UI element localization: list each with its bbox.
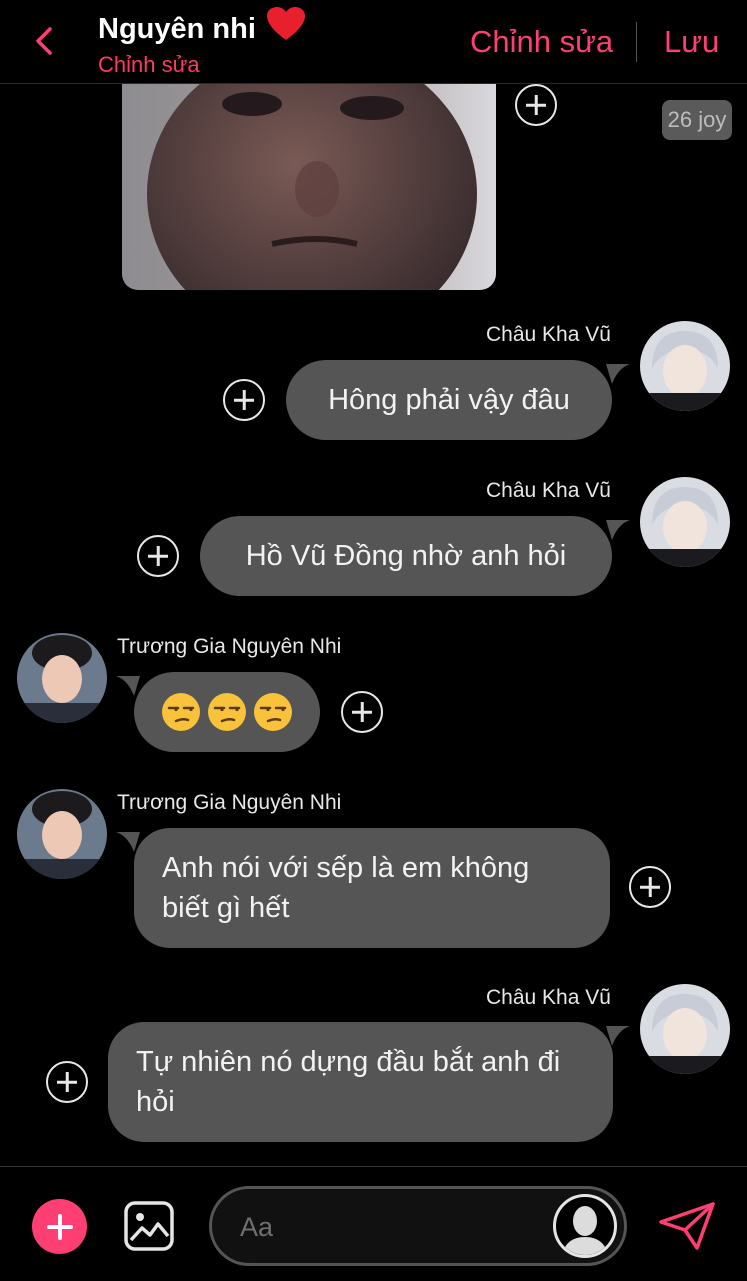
- message-bubble[interactable]: Hồ Vũ Đồng nhờ anh hỏi: [200, 516, 612, 596]
- react-button[interactable]: [629, 866, 671, 908]
- avatar[interactable]: [17, 633, 107, 723]
- react-button[interactable]: [515, 84, 557, 126]
- bubble-tail: [606, 364, 630, 384]
- unamused-face-emoji: [162, 693, 200, 731]
- message-input[interactable]: [240, 1207, 540, 1247]
- message-input-wrap: [209, 1186, 627, 1266]
- sender-name: Châu Kha Vũ: [486, 323, 611, 346]
- avatar[interactable]: [17, 789, 107, 879]
- avatar[interactable]: [640, 984, 730, 1074]
- add-icon[interactable]: [32, 1199, 87, 1254]
- message-bubble[interactable]: Tự nhiên nó dựng đầu bắt anh đi hỏi: [108, 1022, 613, 1142]
- send-icon[interactable]: [657, 1200, 717, 1252]
- chat-title[interactable]: Nguyên nhi: [98, 6, 306, 46]
- sender-name: Trương Gia Nguyên Nhi: [117, 635, 342, 658]
- avatar[interactable]: [553, 1194, 617, 1258]
- header-divider: [636, 22, 637, 62]
- message-text: Anh nói với sếp là em không biết gì hết: [162, 852, 530, 924]
- message-bubble[interactable]: [134, 672, 320, 752]
- chat-title-text: Nguyên nhi: [98, 13, 256, 45]
- bubble-tail: [606, 1026, 630, 1046]
- sender-name: Châu Kha Vũ: [486, 986, 611, 1009]
- message-text: Tự nhiên nó dựng đầu bắt anh đi hỏi: [136, 1046, 561, 1118]
- back-chevron-icon[interactable]: [28, 24, 62, 58]
- unamused-face-emoji: [254, 693, 292, 731]
- unamused-face-emoji: [208, 693, 246, 731]
- message-bubble[interactable]: Anh nói với sếp là em không biết gì hết: [134, 828, 610, 948]
- message-text: Hông phải vậy đâu: [328, 384, 570, 416]
- message-text: Hồ Vũ Đồng nhờ anh hỏi: [245, 540, 567, 572]
- chat-header: Nguyên nhi Chỉnh sửa Chỉnh sửa Lưu: [0, 0, 747, 84]
- sender-name: Trương Gia Nguyên Nhi: [117, 791, 342, 814]
- sender-name: Châu Kha Vũ: [486, 479, 611, 502]
- react-button[interactable]: [46, 1061, 88, 1103]
- image-icon[interactable]: [123, 1200, 175, 1252]
- photo-tag: 26 joy: [662, 100, 732, 140]
- bubble-tail: [116, 676, 140, 696]
- photo-image: [122, 84, 496, 290]
- avatar[interactable]: [640, 321, 730, 411]
- photo-message[interactable]: [122, 84, 496, 290]
- header-subtitle[interactable]: Chỉnh sửa: [98, 52, 200, 78]
- message-bubble[interactable]: Hông phải vậy đâu: [286, 360, 612, 440]
- react-button[interactable]: [137, 535, 179, 577]
- react-button[interactable]: [223, 379, 265, 421]
- heart-icon: [266, 7, 305, 40]
- avatar[interactable]: [640, 477, 730, 567]
- save-button[interactable]: Lưu: [664, 24, 719, 60]
- emoji-row: [161, 692, 293, 732]
- react-button[interactable]: [341, 691, 383, 733]
- composer-bar: [0, 1166, 747, 1281]
- bubble-tail: [606, 520, 630, 540]
- edit-button[interactable]: Chỉnh sửa: [470, 24, 613, 60]
